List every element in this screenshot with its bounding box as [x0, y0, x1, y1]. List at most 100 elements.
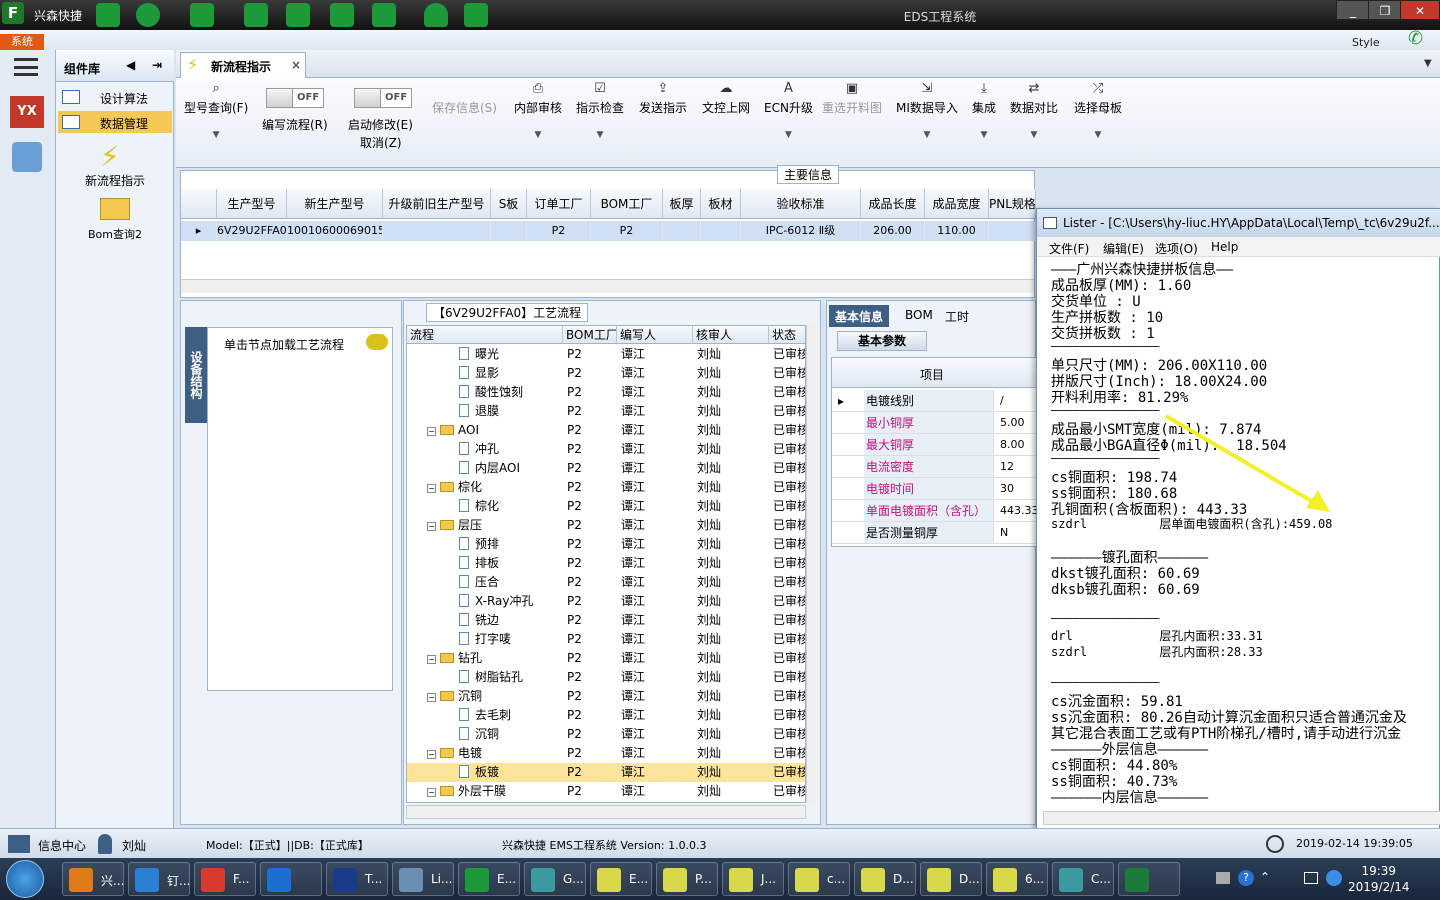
col-header[interactable]: 生产型号: [217, 189, 287, 219]
horizontal-scrollbar[interactable]: [1043, 811, 1440, 825]
send-instruction-button[interactable]: ⇪ 发送指示: [639, 82, 687, 116]
chart-icon[interactable]: [464, 3, 488, 27]
taskbar-item[interactable]: E...: [590, 862, 652, 896]
grid-icon[interactable]: [8, 835, 30, 853]
taskbar-item[interactable]: [260, 862, 322, 896]
grid-cell[interactable]: [701, 221, 741, 241]
param-row[interactable]: 单面电镀面积（含孔） 443.33: [832, 500, 1039, 522]
param-value[interactable]: N: [996, 522, 1008, 544]
col-header[interactable]: 升级前旧生产型号: [383, 189, 491, 219]
process-row[interactable]: 铣边 P2 谭江 刘灿 已审核: [407, 611, 805, 630]
process-row[interactable]: 内层AOI P2 谭江 刘灿 已审核: [407, 459, 805, 478]
taskbar-item[interactable]: F...: [194, 862, 256, 896]
grid-icon[interactable]: [190, 3, 214, 27]
cancel-label[interactable]: 取消(Z): [360, 134, 402, 151]
device-structure-tab[interactable]: 设备结构: [185, 327, 207, 423]
folder-icon[interactable]: [100, 198, 130, 220]
process-row[interactable]: 沉铜 P2 谭江 刘灿 已审核: [407, 725, 805, 744]
apps-icon[interactable]: [372, 3, 396, 27]
grid-cell[interactable]: [491, 221, 527, 241]
param-row[interactable]: 最小铜厚 5.00: [832, 412, 1038, 434]
yx-logo-icon[interactable]: YX: [10, 96, 44, 128]
close-button[interactable]: ✕: [1400, 0, 1440, 20]
tray-up-icon[interactable]: ⌃: [1260, 870, 1270, 884]
col-header[interactable]: 板厚: [663, 189, 701, 219]
scissors-icon[interactable]: [244, 3, 268, 27]
col-header[interactable]: 成品宽度: [925, 189, 989, 219]
grid-cell[interactable]: [383, 221, 491, 241]
grid-cell[interactable]: [663, 221, 701, 241]
copy-icon[interactable]: [330, 3, 354, 27]
process-row[interactable]: 酸性蚀刻 P2 谭江 刘灿 已审核: [407, 383, 805, 402]
process-row[interactable]: 树脂钻孔 P2 谭江 刘灿 已审核: [407, 668, 805, 687]
taskbar-item[interactable]: D...: [920, 862, 982, 896]
data-compare-button[interactable]: ⇄ 数据对比 ▼: [1010, 82, 1058, 141]
process-row[interactable]: − AOI P2 谭江 刘灿 已审核: [407, 421, 805, 440]
close-icon[interactable]: ×: [291, 58, 301, 72]
comp-item-data-management[interactable]: 数据管理: [58, 111, 172, 133]
process-row[interactable]: 板镀 P2 谭江 刘灿 已审核: [407, 763, 805, 782]
doc-online-button[interactable]: ☁ 文控上网: [702, 82, 750, 116]
col-header[interactable]: 编写人: [617, 326, 693, 344]
expand-icon[interactable]: −: [427, 788, 436, 797]
pin-icon[interactable]: ⇥: [152, 58, 162, 72]
menu-options[interactable]: 选项(O): [1155, 240, 1198, 257]
info-center[interactable]: 信息中心: [38, 837, 86, 854]
tool-new-process[interactable]: 新流程指示: [56, 172, 174, 189]
taskbar-item[interactable]: T...: [326, 862, 388, 896]
instruction-check-button[interactable]: ☑ 指示检查 ▼: [576, 82, 624, 141]
process-row[interactable]: − 外层干膜 P2 谭江 刘灿 已审核: [407, 782, 805, 801]
process-row[interactable]: − 钻孔 P2 谭江 刘灿 已审核: [407, 649, 805, 668]
start-modify-toggle[interactable]: OFF: [354, 88, 412, 108]
col-header[interactable]: 成品长度: [861, 189, 925, 219]
grid-cell[interactable]: 206.00: [861, 221, 925, 241]
taskbar-item[interactable]: 6...: [986, 862, 1048, 896]
param-value[interactable]: 12: [996, 456, 1014, 478]
tab-work-hours[interactable]: 工时: [939, 305, 975, 327]
param-value[interactable]: 5.00: [996, 412, 1025, 434]
param-row[interactable]: 电流密度 12: [832, 456, 1038, 478]
database-icon[interactable]: [12, 142, 42, 172]
taskbar-item[interactable]: C...: [1052, 862, 1114, 896]
globe-icon[interactable]: [136, 3, 160, 27]
process-row[interactable]: 棕化 P2 谭江 刘灿 已审核: [407, 497, 805, 516]
model-query-button[interactable]: ⌕ 型号查询(F) ▼: [184, 82, 248, 141]
col-header[interactable]: 订单工厂: [527, 189, 591, 219]
process-row[interactable]: 压合 P2 谭江 刘灿 已审核: [407, 573, 805, 592]
menu-file[interactable]: 文件(F): [1049, 240, 1089, 257]
col-header[interactable]: BOM工厂: [563, 326, 617, 344]
collapse-left-icon[interactable]: ◀: [126, 58, 135, 72]
param-row[interactable]: 最大铜厚 8.00: [832, 434, 1038, 456]
process-row[interactable]: 显影 P2 谭江 刘灿 已审核: [407, 364, 805, 383]
comp-item-design-algorithm[interactable]: 设计算法: [58, 86, 172, 108]
param-value[interactable]: 30: [996, 478, 1014, 500]
taskbar-item[interactable]: G...: [524, 862, 586, 896]
process-row[interactable]: 冲孔 P2 谭江 刘灿 已审核: [407, 440, 805, 459]
grid-cell[interactable]: 10010600069015: [287, 221, 383, 241]
user-icon[interactable]: [424, 3, 448, 27]
grid-cell[interactable]: P2: [591, 221, 663, 241]
taskbar-item[interactable]: 兴...: [62, 862, 124, 896]
horizontal-scrollbar[interactable]: [181, 279, 1034, 293]
reselect-cut-drawing-button[interactable]: ▣ 重选开料图: [822, 82, 882, 116]
taskbar-clock[interactable]: 19:39 2019/2/14: [1348, 863, 1410, 895]
phone-icon[interactable]: ✆: [1408, 28, 1430, 49]
process-row[interactable]: − 层压 P2 谭江 刘灿 已审核: [407, 516, 805, 535]
restore-button[interactable]: ❐: [1368, 0, 1402, 20]
tab-new-process[interactable]: ⚡ 新流程指示 ×: [180, 52, 306, 78]
minimize-button[interactable]: _: [1336, 0, 1370, 20]
taskbar-item[interactable]: c...: [788, 862, 850, 896]
taskbar-item[interactable]: D...: [854, 862, 916, 896]
mi-data-import-button[interactable]: ⇲ MI数据导入 ▼: [896, 82, 958, 141]
edit-process-toggle[interactable]: OFF: [266, 88, 324, 108]
tab-bom[interactable]: BOM: [899, 305, 939, 327]
col-header[interactable]: PNL规格: [989, 189, 1036, 219]
param-value[interactable]: 443.33: [996, 500, 1039, 522]
process-row[interactable]: 退膜 P2 谭江 刘灿 已审核: [407, 402, 805, 421]
col-header[interactable]: 板材: [701, 189, 741, 219]
grid-cell[interactable]: 6V29U2FFA0: [217, 221, 287, 241]
search-icon[interactable]: [96, 3, 120, 27]
chevron-down-icon[interactable]: ▼: [1424, 58, 1432, 69]
menu-icon[interactable]: [14, 58, 38, 76]
taskbar-item[interactable]: P...: [656, 862, 718, 896]
